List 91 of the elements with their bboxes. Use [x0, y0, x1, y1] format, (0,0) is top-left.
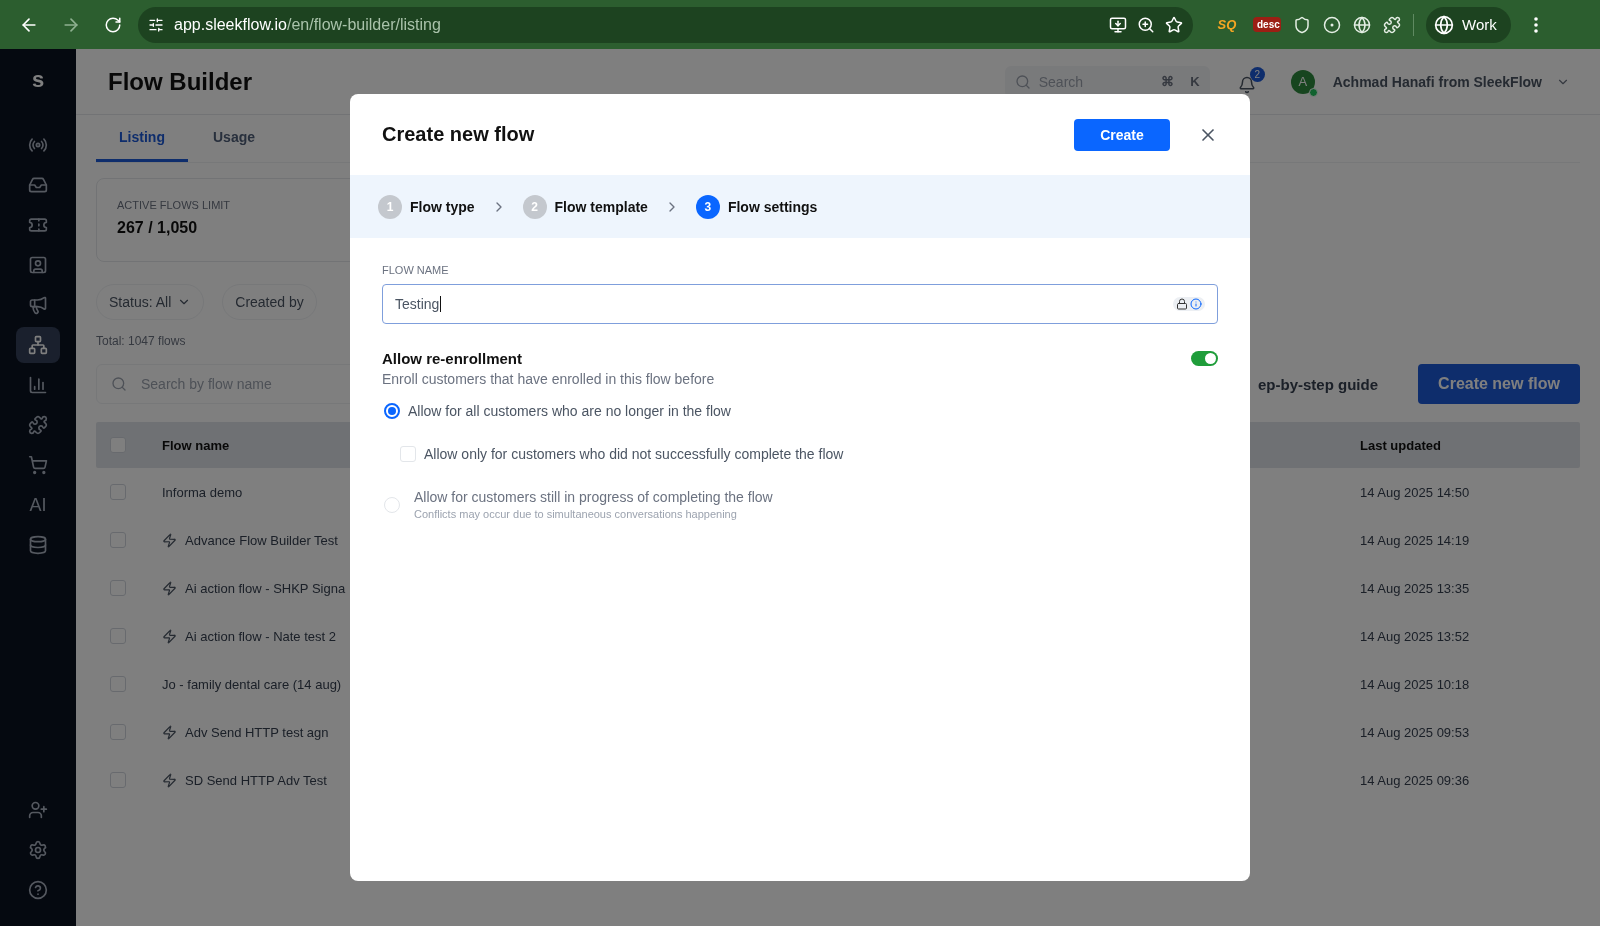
lightning-icon — [162, 628, 177, 644]
sidebar-item[interactable]: AI — [16, 487, 60, 523]
option-label[interactable]: Allow only for customers who did not successfully complete the flow — [424, 446, 844, 462]
lightning-icon — [162, 580, 177, 596]
guide-link[interactable]: ep-by-step guide — [1258, 375, 1378, 393]
table-cell-text: 14 Aug 2025 09:36 — [1360, 772, 1471, 788]
table-cell-text: 14 Aug 2025 13:52 — [1360, 628, 1471, 644]
step-label: Flow type — [410, 198, 475, 215]
table-cell-text: 14 Aug 2025 09:53 — [1360, 724, 1471, 740]
lightning-icon — [162, 532, 177, 548]
option-label[interactable]: Allow for all customers who are no longer in the flow — [408, 403, 731, 419]
url-text: app.sleekflow.io/en/flow-builder/listing — [174, 15, 442, 34]
online-dot — [1308, 87, 1318, 97]
radio-button[interactable] — [384, 403, 400, 419]
page-title: Flow Builder — [108, 67, 253, 96]
table-cell-text: 14 Aug 2025 10:18 — [1360, 676, 1471, 692]
total-count: Total: 1047 flows — [96, 334, 187, 348]
globe-icon[interactable] — [1353, 15, 1371, 34]
notifications-button[interactable]: 2 — [1235, 67, 1265, 96]
card-value: 267 / 1,050 — [117, 219, 199, 237]
step-label: Flow template — [554, 198, 648, 215]
menu-icon — [1533, 16, 1538, 33]
search-icon — [1014, 73, 1031, 90]
column-header: Flow name — [162, 437, 231, 453]
settings-icon — [28, 840, 48, 860]
column-header: Last updated — [1360, 437, 1442, 453]
lightning-icon — [162, 772, 177, 788]
step-number: 2 — [522, 194, 547, 219]
table-cell-text: 14 Aug 2025 14:19 — [1360, 532, 1471, 548]
user-name[interactable]: Achmad Hanafi from SleekFlow — [1332, 73, 1542, 90]
flow-name[interactable]: Adv Send HTTP test agn — [185, 724, 329, 740]
lightning-icon — [162, 724, 177, 740]
chart-icon — [28, 375, 48, 395]
globe-icon — [1434, 14, 1454, 35]
checkbox[interactable] — [400, 446, 416, 462]
toggle-switch[interactable] — [1191, 351, 1218, 366]
sidebar-item[interactable] — [16, 327, 60, 363]
ticket-icon — [28, 215, 48, 235]
contact-icon — [28, 255, 48, 275]
zoom-icon[interactable] — [1137, 15, 1155, 34]
shortcut-key: ⌘ — [1161, 74, 1175, 89]
create-button[interactable]: Create — [1074, 118, 1170, 151]
setting-title: Allow re-enrollment — [382, 350, 523, 367]
profile-button[interactable]: Work — [1426, 6, 1511, 43]
extension-button[interactable]: desc — [1253, 17, 1281, 32]
table-cell-text: 14 Aug 2025 14:50 — [1360, 484, 1471, 500]
filter-button[interactable]: Created by — [222, 284, 317, 320]
card-label: ACTIVE FLOWS LIMIT — [117, 199, 232, 211]
flow-name[interactable]: Jo - family dental care (14 aug) — [162, 676, 342, 692]
step-number: 1 — [378, 194, 402, 219]
flow-name-field[interactable]: Testing — [382, 284, 1218, 324]
step-number: 3 — [695, 194, 720, 219]
bell-icon — [1237, 76, 1256, 94]
table-cell-text: 14 Aug 2025 13:35 — [1360, 580, 1471, 596]
add-user-icon — [28, 800, 48, 820]
flow-name[interactable]: Advance Flow Builder Test — [185, 532, 338, 548]
shield-icon[interactable] — [1293, 15, 1311, 34]
address-bar[interactable]: app.sleekflow.io/en/flow-builder/listing — [138, 6, 1193, 43]
flow-name[interactable]: Ai action flow - SHKP Signa — [185, 580, 346, 596]
tab[interactable]: Listing — [96, 115, 188, 162]
cart-icon — [28, 455, 48, 475]
extensions-icon[interactable] — [1383, 15, 1401, 34]
site-settings-icon[interactable] — [148, 16, 164, 33]
notification-count: 2 — [1249, 67, 1265, 82]
reload-icon — [104, 15, 122, 34]
inbox-icon — [28, 175, 48, 195]
puzzle-icon — [28, 415, 48, 435]
extension-button[interactable]: SQ — [1213, 17, 1241, 32]
bookmark-star-icon[interactable] — [1165, 15, 1183, 34]
avatar[interactable]: A — [1290, 69, 1315, 94]
step-label: Flow settings — [727, 198, 818, 215]
tab[interactable]: Usage — [188, 115, 280, 162]
flow-name[interactable]: Ai action flow - Nate test 2 — [185, 628, 336, 644]
option-hint: Conflicts may occur due to simultaneous conversations happening — [414, 508, 738, 520]
broadcast-icon — [28, 135, 48, 155]
password-manager-icon[interactable] — [1173, 297, 1205, 311]
help-icon — [28, 880, 48, 900]
field-label: FLOW NAME — [382, 264, 450, 276]
modal-title: Create new flow — [382, 123, 536, 146]
flow-name[interactable]: Informa demo — [162, 484, 243, 500]
megaphone-icon — [28, 295, 48, 315]
flow-name[interactable]: SD Send HTTP Adv Test — [185, 772, 327, 788]
create-flow-button[interactable]: Create new flow — [1418, 364, 1580, 404]
circle-icon[interactable] — [1323, 15, 1341, 34]
database-icon — [28, 535, 48, 555]
shortcut-key: K — [1190, 74, 1200, 89]
install-icon[interactable] — [1109, 15, 1127, 34]
flow-icon — [28, 335, 48, 355]
filter-button[interactable]: Status: All — [96, 284, 205, 320]
logo: s — [31, 67, 45, 94]
search-icon — [111, 376, 127, 392]
